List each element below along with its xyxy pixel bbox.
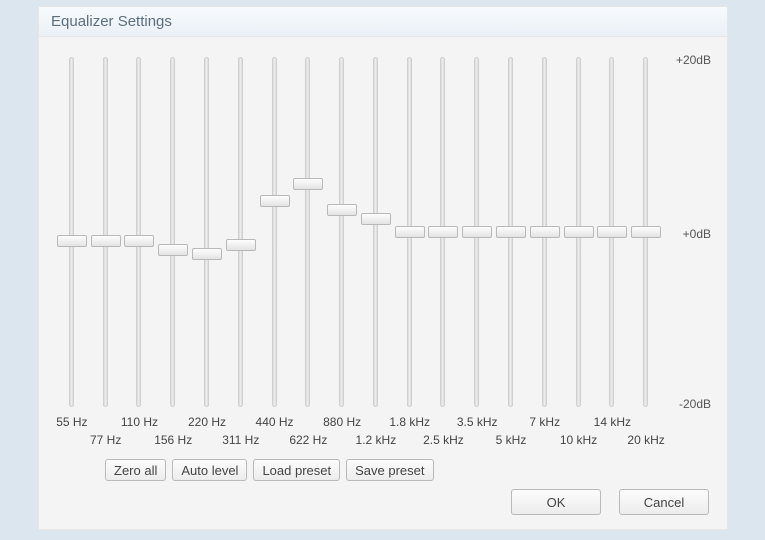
eq-slider[interactable] — [123, 57, 157, 407]
auto-level-button[interactable]: Auto level — [172, 459, 247, 481]
slider-thumb[interactable] — [631, 226, 661, 238]
slider-track — [305, 57, 310, 407]
dialog-footer: OK Cancel — [511, 489, 709, 515]
frequency-label: 440 Hz — [256, 415, 294, 429]
eq-slider[interactable] — [596, 57, 630, 407]
scale-max-label: +20dB — [676, 53, 711, 67]
frequency-label: 5 kHz — [496, 433, 527, 447]
scale-min-label: -20dB — [679, 397, 711, 411]
cancel-button[interactable]: Cancel — [619, 489, 709, 515]
ok-button[interactable]: OK — [511, 489, 601, 515]
eq-slider[interactable] — [156, 57, 190, 407]
load-preset-button[interactable]: Load preset — [253, 459, 340, 481]
slider-thumb[interactable] — [192, 248, 222, 260]
slider-thumb[interactable] — [361, 213, 391, 225]
eq-slider[interactable] — [359, 57, 393, 407]
eq-slider[interactable] — [224, 57, 258, 407]
slider-track — [272, 57, 277, 407]
slider-track — [170, 57, 175, 407]
eq-slider[interactable] — [427, 57, 461, 407]
slider-track — [204, 57, 209, 407]
equalizer-dialog: Equalizer Settings +20dB +0dB -20dB 55 H… — [38, 6, 728, 530]
frequency-label: 77 Hz — [90, 433, 121, 447]
slider-thumb[interactable] — [530, 226, 560, 238]
frequency-label: 20 kHz — [627, 433, 664, 447]
eq-slider[interactable] — [562, 57, 596, 407]
frequency-label: 220 Hz — [188, 415, 226, 429]
eq-slider[interactable] — [494, 57, 528, 407]
frequency-labels: 55 Hz77 Hz110 Hz 156 Hz 220 Hz 311 Hz 440 Hz… — [55, 415, 663, 451]
eq-slider[interactable] — [89, 57, 123, 407]
slider-track — [103, 57, 108, 407]
frequency-label: 311 Hz — [222, 433, 259, 447]
frequency-label: 7 kHz — [529, 415, 560, 429]
slider-thumb[interactable] — [428, 226, 458, 238]
frequency-label: 622 Hz — [289, 433, 327, 447]
eq-slider[interactable] — [393, 57, 427, 407]
slider-track — [238, 57, 243, 407]
slider-thumb[interactable] — [462, 226, 492, 238]
slider-thumb[interactable] — [327, 204, 357, 216]
slider-thumb[interactable] — [293, 178, 323, 190]
slider-thumb[interactable] — [597, 226, 627, 238]
slider-thumb[interactable] — [496, 226, 526, 238]
slider-thumb[interactable] — [158, 244, 188, 256]
frequency-label: 1.8 kHz — [389, 415, 430, 429]
frequency-label: 14 kHz — [594, 415, 631, 429]
slider-thumb[interactable] — [124, 235, 154, 247]
slider-thumb[interactable] — [91, 235, 121, 247]
slider-thumb[interactable] — [260, 195, 290, 207]
eq-slider[interactable] — [629, 57, 663, 407]
slider-thumb[interactable] — [57, 235, 87, 247]
frequency-label: 880 Hz — [323, 415, 361, 429]
eq-slider[interactable] — [460, 57, 494, 407]
eq-slider[interactable] — [528, 57, 562, 407]
slider-thumb[interactable] — [395, 226, 425, 238]
equalizer-area: +20dB +0dB -20dB — [55, 57, 711, 407]
slider-track — [136, 57, 141, 407]
slider-thumb[interactable] — [226, 239, 256, 251]
slider-track — [339, 57, 344, 407]
eq-slider[interactable] — [325, 57, 359, 407]
frequency-label: 110 Hz — [121, 415, 158, 429]
frequency-label: 55 Hz — [56, 415, 87, 429]
frequency-label: 1.2 kHz — [356, 433, 397, 447]
slider-thumb[interactable] — [564, 226, 594, 238]
scale-zero-label: +0dB — [683, 227, 711, 241]
eq-slider[interactable] — [258, 57, 292, 407]
zero-all-button[interactable]: Zero all — [105, 459, 166, 481]
toolbar: Zero all Auto level Load preset Save pre… — [105, 459, 434, 481]
eq-slider[interactable] — [291, 57, 325, 407]
frequency-label: 10 kHz — [560, 433, 597, 447]
frequency-label: 3.5 kHz — [457, 415, 498, 429]
slider-group — [55, 57, 663, 407]
slider-track — [373, 57, 378, 407]
slider-track — [69, 57, 74, 407]
frequency-label: 2.5 kHz — [423, 433, 464, 447]
eq-slider[interactable] — [55, 57, 89, 407]
save-preset-button[interactable]: Save preset — [346, 459, 433, 481]
dialog-title: Equalizer Settings — [39, 7, 727, 37]
frequency-label: 156 Hz — [154, 433, 192, 447]
eq-slider[interactable] — [190, 57, 224, 407]
